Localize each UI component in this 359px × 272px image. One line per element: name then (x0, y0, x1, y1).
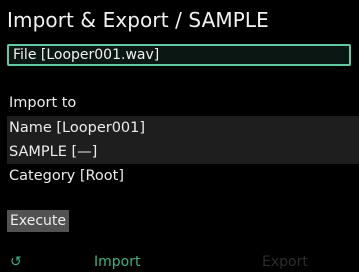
page-title: Import & Export / SAMPLE (7, 8, 269, 32)
footer-tabs: ↺ Import Export (0, 252, 359, 272)
import-to-label: Import to (9, 95, 77, 111)
cycle-icon[interactable]: ↺ (10, 252, 22, 272)
category-field[interactable]: Category [Root] (7, 164, 359, 188)
execute-button[interactable]: Execute (7, 210, 69, 232)
tab-import[interactable]: Import (94, 252, 140, 272)
file-field[interactable]: File [Looper001.wav] (7, 44, 351, 66)
tab-export[interactable]: Export (262, 252, 308, 272)
sample-field[interactable]: SAMPLE [—] (7, 140, 359, 164)
name-field[interactable]: Name [Looper001] (7, 116, 359, 140)
